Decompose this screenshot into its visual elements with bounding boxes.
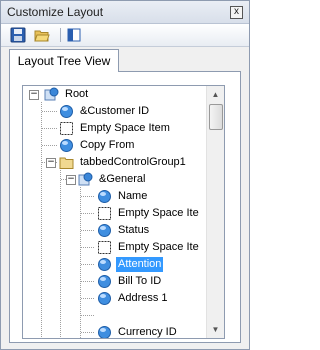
close-icon: x	[234, 6, 239, 17]
customize-layout-window: Customize Layout x Layout Tree View − − …	[0, 0, 250, 350]
item-icon	[98, 326, 111, 338]
item-icon	[60, 139, 73, 152]
scroll-up-icon[interactable]: ▲	[207, 86, 224, 103]
item-icon	[98, 224, 111, 237]
tab-layout-tree-view[interactable]: Layout Tree View	[9, 49, 119, 72]
collapse-tabbed-group-icon[interactable]: −	[46, 158, 56, 168]
collapse-root-icon[interactable]: −	[29, 90, 39, 100]
item-icon	[98, 292, 111, 305]
item-icon	[98, 190, 111, 203]
item-icon	[60, 105, 73, 118]
save-button[interactable]	[10, 27, 26, 43]
layout-tree[interactable]: − − − Root &Customer ID Empty Space Item…	[22, 85, 225, 339]
tab-control: Layout Tree View − − − Root &Customer ID…	[9, 49, 241, 343]
open-button[interactable]	[34, 27, 50, 43]
empty-space-icon	[98, 207, 111, 220]
scrollbar-thumb[interactable]	[209, 104, 223, 130]
open-folder-icon	[34, 30, 50, 42]
empty-space-icon	[60, 122, 73, 135]
group-icon	[78, 172, 93, 186]
tabbed-group-icon	[59, 157, 74, 169]
restore-layout-icon	[67, 28, 81, 42]
root-icon	[44, 87, 59, 101]
restore-layout-button[interactable]	[66, 27, 82, 43]
tree-vertical-scrollbar[interactable]: ▲ ▼	[206, 86, 224, 338]
close-button[interactable]: x	[230, 6, 243, 19]
item-icon	[98, 258, 111, 271]
save-icon	[10, 27, 26, 43]
title-bar: Customize Layout x	[1, 1, 249, 24]
tab-page: − − − Root &Customer ID Empty Space Item…	[9, 71, 241, 343]
toolbar-separator	[60, 28, 61, 42]
scroll-down-icon[interactable]: ▼	[207, 321, 224, 338]
window-title: Customize Layout	[7, 5, 104, 19]
item-icon	[98, 275, 111, 288]
toolbar	[1, 24, 249, 47]
collapse-general-icon[interactable]: −	[66, 175, 76, 185]
empty-space-icon	[98, 241, 111, 254]
